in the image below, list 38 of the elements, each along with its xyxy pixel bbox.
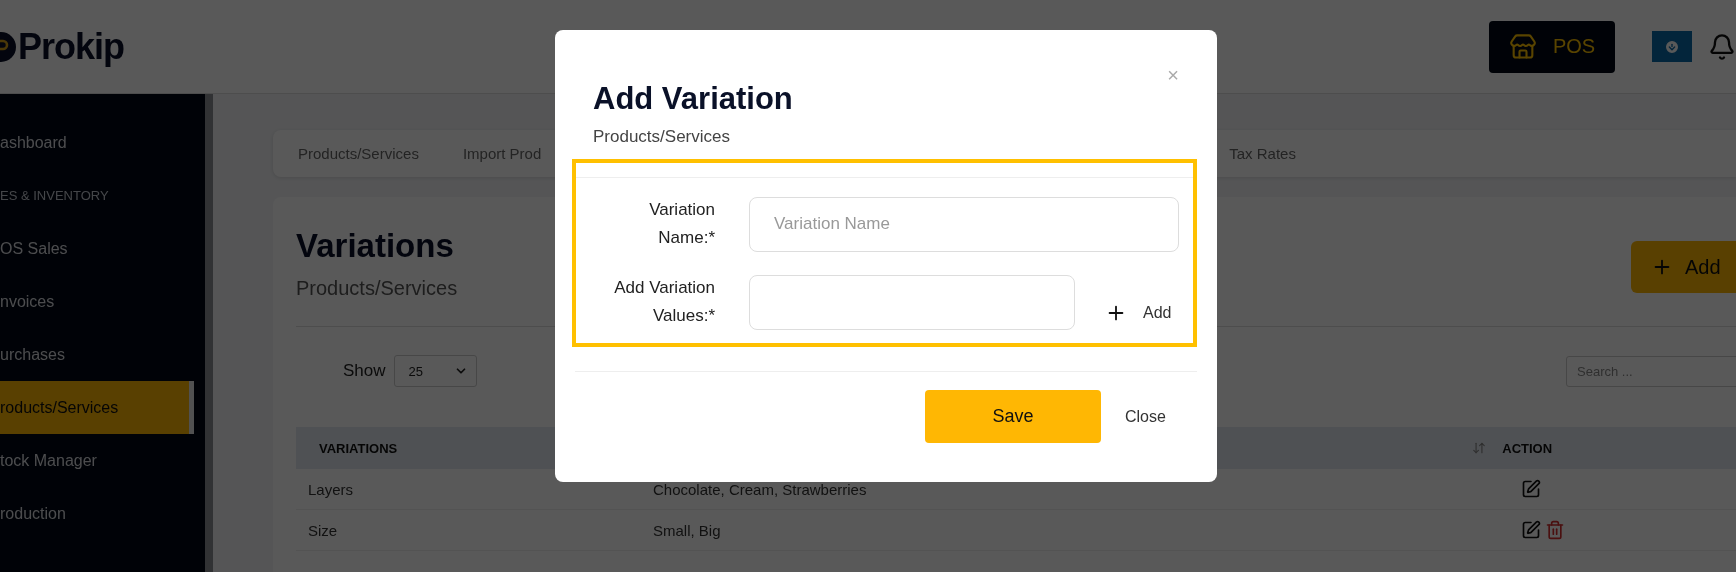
page-title: Variations [296, 227, 455, 265]
sort-icon[interactable] [1472, 441, 1487, 455]
edit-icon[interactable] [1521, 520, 1541, 540]
pos-button[interactable]: POS [1489, 20, 1615, 73]
sidebar-item[interactable]: roduction [0, 487, 205, 540]
column-header[interactable]: VARIATIONS [319, 440, 398, 456]
input-field[interactable]: Variation Name [749, 196, 1179, 252]
field-label: Add Variation Values:* [613, 277, 715, 327]
modal-title: Add Variation [593, 81, 794, 117]
trash-icon[interactable] [1545, 520, 1565, 540]
page-subtitle: Products/Services [296, 277, 458, 300]
table-cell-text: Layers [307, 480, 355, 498]
page-size-select[interactable]: 25 [393, 355, 477, 387]
sidebar-item[interactable]: OS Sales [0, 222, 205, 275]
sidebar-item[interactable]: ashboard [0, 116, 205, 169]
field-label: Variation Name:* [648, 199, 715, 249]
close-button[interactable]: Close [1125, 407, 1166, 426]
download-icon [1664, 38, 1680, 55]
add-value-button[interactable]: Add [1105, 302, 1172, 324]
show-label: Show [343, 361, 386, 381]
sidebar-section-label: ES & INVENTORY [0, 187, 110, 205]
add-button[interactable]: Add [1631, 241, 1736, 293]
save-button[interactable]: Save [925, 390, 1101, 443]
table-cell-text: Small, Big [653, 521, 722, 539]
modal-subtitle: Products/Services [593, 127, 731, 147]
sidebar-item[interactable]: tock Manager [0, 434, 205, 487]
input-field[interactable] [749, 274, 1075, 330]
download-button[interactable] [1652, 31, 1692, 62]
table-cell-text: Size [307, 521, 339, 539]
store-icon [1508, 32, 1537, 61]
table-cell-text: Chocolate, Cream, Strawberries [653, 480, 868, 498]
edit-icon[interactable] [1521, 479, 1541, 499]
column-header[interactable]: ACTION [1502, 440, 1553, 456]
sidebar-item[interactable]: nvoices [0, 275, 205, 328]
sidebar-item[interactable]: roducts/Services [0, 381, 194, 434]
bell-icon[interactable] [1708, 32, 1736, 61]
logo-text: Prokip [18, 25, 125, 68]
sidebar-item[interactable]: urchases [0, 328, 205, 381]
